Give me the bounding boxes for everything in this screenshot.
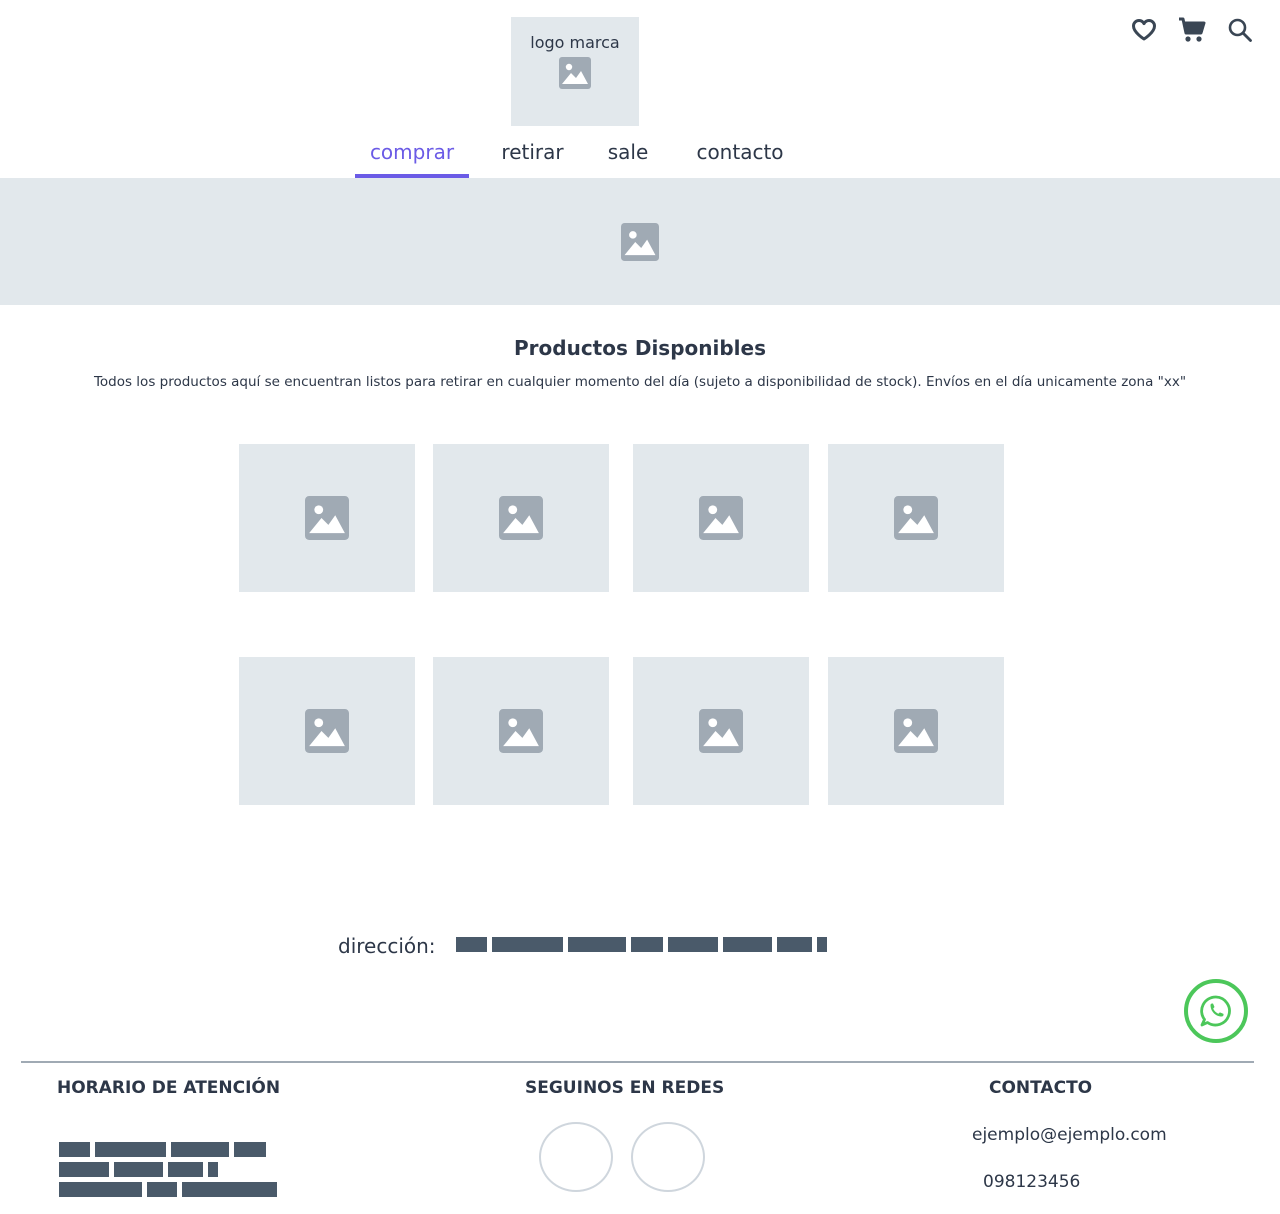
product-card[interactable] (433, 444, 609, 592)
logo-text: logo marca (530, 33, 620, 52)
redacted-block (492, 937, 563, 952)
image-placeholder-icon (699, 709, 743, 753)
footer-divider (21, 1061, 1254, 1063)
image-placeholder-icon (559, 57, 591, 89)
redacted-block (777, 937, 812, 952)
image-placeholder-icon (894, 496, 938, 540)
contact-heading: CONTACTO (989, 1078, 1093, 1098)
redacted-block (147, 1182, 177, 1197)
product-card[interactable] (239, 444, 415, 592)
page-title: Productos Disponibles (514, 336, 766, 360)
section-description: Todos los productos aquí se encuentran l… (93, 374, 1187, 390)
redacted-block (168, 1162, 203, 1177)
redacted-block (723, 937, 772, 952)
cart-icon[interactable] (1176, 14, 1208, 46)
tab-retirar[interactable]: retirar (469, 130, 596, 178)
header-actions (1128, 14, 1256, 46)
redacted-block (631, 937, 663, 952)
hours-redacted-text (59, 1142, 266, 1157)
image-placeholder-icon (499, 709, 543, 753)
brand-logo[interactable]: logo marca (511, 17, 639, 126)
redacted-block (59, 1162, 109, 1177)
main-nav: comprar retirar sale contacto (355, 130, 820, 178)
redacted-block (234, 1142, 266, 1157)
contact-email[interactable]: ejemplo@ejemplo.com (972, 1125, 1167, 1145)
redacted-block (568, 937, 626, 952)
redacted-block (59, 1142, 90, 1157)
image-placeholder-icon (621, 222, 659, 261)
redacted-block (182, 1182, 277, 1197)
address-redacted-text (456, 937, 827, 952)
tab-sale[interactable]: sale (596, 130, 660, 178)
image-placeholder-icon (305, 709, 349, 753)
product-card[interactable] (828, 444, 1004, 592)
heart-icon[interactable] (1128, 14, 1160, 46)
social-link-1[interactable] (539, 1122, 613, 1192)
redacted-block (817, 937, 827, 952)
address-label: dirección: (338, 934, 436, 958)
social-heading: SEGUINOS EN REDES (525, 1078, 725, 1098)
image-placeholder-icon (499, 496, 543, 540)
image-placeholder-icon (305, 496, 349, 540)
redacted-block (456, 937, 487, 952)
tab-contacto[interactable]: contacto (660, 130, 820, 178)
product-card[interactable] (633, 444, 809, 592)
product-card[interactable] (828, 657, 1004, 805)
social-link-2[interactable] (631, 1122, 705, 1192)
contact-phone[interactable]: 098123456 (983, 1172, 1080, 1192)
hero-banner (0, 178, 1280, 305)
hours-heading: HORARIO DE ATENCIÓN (57, 1078, 281, 1098)
product-card[interactable] (433, 657, 609, 805)
product-card[interactable] (633, 657, 809, 805)
redacted-block (59, 1182, 142, 1197)
hours-redacted-text (59, 1162, 218, 1177)
redacted-block (114, 1162, 163, 1177)
tab-comprar[interactable]: comprar (355, 130, 469, 178)
whatsapp-icon (1200, 995, 1231, 1027)
redacted-block (171, 1142, 229, 1157)
hours-redacted-text (59, 1182, 277, 1197)
redacted-block (668, 937, 718, 952)
redacted-block (208, 1162, 218, 1177)
image-placeholder-icon (894, 709, 938, 753)
product-card[interactable] (239, 657, 415, 805)
redacted-block (95, 1142, 166, 1157)
whatsapp-button[interactable] (1184, 979, 1248, 1043)
search-icon[interactable] (1224, 14, 1256, 46)
image-placeholder-icon (699, 496, 743, 540)
